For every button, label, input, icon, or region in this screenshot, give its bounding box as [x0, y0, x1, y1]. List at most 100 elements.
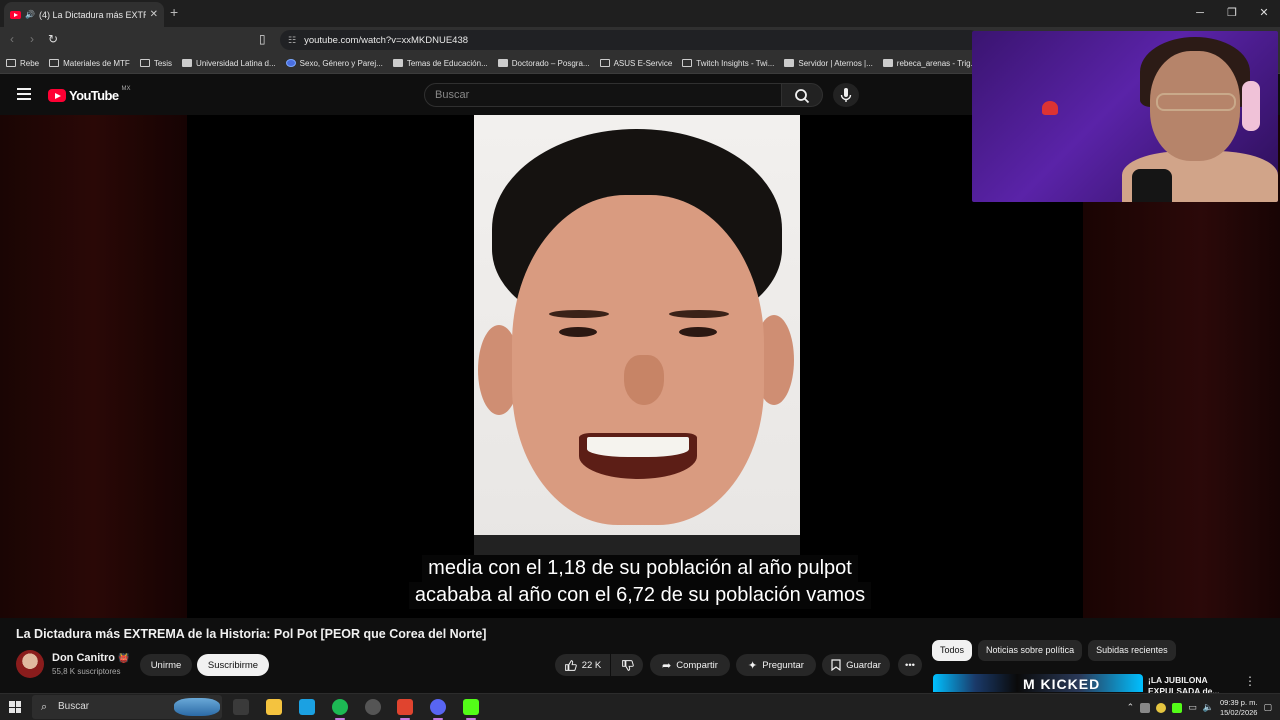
bookmark-item[interactable]: Sexo, Género y Parej... — [285, 58, 383, 68]
clock[interactable]: 09:39 p. m. 15/02/2026 — [1220, 698, 1258, 718]
bookmark-item[interactable]: Universidad Latina d... — [182, 59, 276, 68]
dislike-button[interactable] — [611, 654, 643, 676]
bookmark-item[interactable]: Rebe — [6, 59, 39, 68]
site-info-icon[interactable]: ☷ — [288, 35, 296, 46]
bookmark-item[interactable]: Materiales de MTF — [49, 59, 130, 68]
thumbs-down-icon — [621, 659, 634, 671]
thumbnail-text: M KICKED — [1023, 676, 1101, 692]
spotify-icon[interactable] — [332, 699, 348, 720]
ask-button[interactable]: ✦ Preguntar — [736, 654, 816, 676]
voice-search-button[interactable] — [833, 83, 859, 107]
bookmark-item[interactable]: Servidor | Aternos |... — [784, 59, 873, 68]
join-label: Unirme — [150, 659, 182, 671]
app-store-icon[interactable] — [299, 699, 315, 715]
bookmark-item[interactable]: Twitch Insights - Twi... — [682, 59, 774, 68]
bookmark-item[interactable]: ASUS E-Service — [599, 58, 673, 68]
volume-icon[interactable]: 🔈 — [1203, 702, 1214, 713]
back-icon[interactable]: ‹ — [10, 32, 14, 46]
subscribe-button[interactable]: Suscribirme — [197, 654, 269, 676]
bookmark-label: Rebe — [20, 58, 40, 68]
drive-icon — [285, 59, 296, 67]
microphone-icon — [840, 88, 852, 102]
file-explorer-icon[interactable] — [266, 699, 282, 715]
channel-info: Don Canitro 👹 55,8 K suscriptores — [16, 650, 129, 678]
clock-date: 15/02/2026 — [1219, 707, 1258, 717]
task-view-icon[interactable] — [233, 699, 249, 715]
folder-icon — [49, 59, 60, 67]
bookmark-item[interactable]: rebeca_arenas - Trig... — [882, 58, 978, 68]
tab-title: (4) La Dictadura más EXTREMA — [38, 9, 146, 20]
bookmark-item[interactable]: Temas de Educación... — [392, 58, 488, 68]
chip-politics-news[interactable]: Noticias sobre política — [978, 640, 1083, 661]
chip-all[interactable]: Todos — [932, 640, 973, 661]
bookmark-label: Temas de Educación... — [406, 58, 488, 68]
bookmark-label: ASUS E-Service — [613, 58, 673, 68]
notifications-icon[interactable]: ▢ — [1263, 702, 1272, 713]
bookmark-item[interactable]: Doctorado – Posgra... — [497, 59, 590, 68]
speaker-icon: 🔊 — [25, 10, 35, 19]
webcam-overlay — [972, 31, 1278, 202]
recommended-video-thumbnail[interactable]: M KICKED — [933, 674, 1143, 692]
country-code: MX — [121, 85, 131, 92]
youtube-play-icon — [48, 89, 66, 102]
discord-icon[interactable] — [430, 699, 446, 720]
channel-name[interactable]: Don Canitro — [52, 652, 115, 664]
search-button[interactable] — [781, 83, 823, 107]
more-vertical-icon[interactable]: ⋮ — [1244, 674, 1256, 688]
more-actions-button[interactable]: ••• — [898, 654, 922, 676]
devil-emoji-icon: 👹 — [118, 653, 130, 663]
channel-avatar[interactable] — [16, 650, 44, 678]
search-input[interactable]: Buscar — [424, 83, 782, 107]
search-icon — [795, 89, 810, 104]
browser-tab-strip: 🔊 (4) La Dictadura más EXTREMA ✕ + ─ ❐ ✕ — [0, 0, 1280, 27]
screen: 🔊 (4) La Dictadura más EXTREMA ✕ + ─ ❐ ✕… — [0, 0, 1280, 720]
close-window-icon[interactable]: ✕ — [1248, 0, 1280, 27]
bookmark-label: Twitch Insights - Twi... — [696, 58, 775, 68]
windows-start-icon[interactable] — [9, 701, 21, 713]
bookmark-item[interactable]: Tesis — [139, 59, 172, 68]
bookmark-icon — [784, 59, 795, 67]
new-tab-icon[interactable]: + — [170, 4, 178, 20]
address-bar[interactable]: ☷ youtube.com/watch?v=xxMKDNUE438 — [280, 30, 980, 50]
restore-icon[interactable]: ❐ — [1216, 0, 1248, 27]
reload-icon[interactable]: ↻ — [48, 32, 58, 46]
close-tab-icon[interactable]: ✕ — [150, 9, 158, 20]
save-label: Guardar — [846, 659, 881, 671]
sparkle-icon: ✦ — [748, 659, 758, 672]
like-count: 22 K — [581, 659, 602, 671]
like-button[interactable]: 22 K — [555, 654, 610, 676]
share-label: Compartir — [676, 659, 718, 671]
bookmark-label: rebeca_arenas - Trig... — [896, 58, 978, 68]
window-controls: ─ ❐ ✕ — [1184, 0, 1280, 27]
tray-app-icon[interactable] — [1140, 702, 1151, 713]
share-button[interactable]: ➦ Compartir — [650, 654, 730, 676]
thumbs-up-icon — [564, 659, 577, 671]
obs-icon[interactable] — [365, 699, 381, 715]
forward-icon[interactable]: › — [30, 32, 34, 46]
bookmark-icon — [182, 59, 193, 67]
tray-chevron-icon[interactable]: ⌃ — [1127, 702, 1135, 713]
join-button[interactable]: Unirme — [140, 654, 192, 676]
windows-taskbar: ⌕ Buscar ⌃ ▭ 🔈 09:39 p. m. 15/02/2026 ▢ — [0, 693, 1280, 720]
bookmark-star-icon[interactable]: ▯ — [259, 32, 266, 46]
recommendation-chips: Todos Noticias sobre política Subidas re… — [932, 640, 1176, 661]
folder-icon — [6, 59, 16, 67]
minimize-icon[interactable]: ─ — [1184, 0, 1216, 27]
youtube-logo[interactable]: YouTube MX — [48, 85, 131, 103]
bookmark-label: Sexo, Género y Parej... — [299, 58, 383, 68]
chip-recent-uploads[interactable]: Subidas recientes — [1088, 640, 1176, 661]
search-icon: ⌕ — [41, 701, 48, 713]
kick-icon[interactable] — [463, 699, 479, 720]
menu-icon[interactable] — [17, 88, 31, 100]
save-button[interactable]: Guardar — [822, 654, 890, 676]
tray-app-icon[interactable] — [1172, 702, 1183, 713]
network-icon[interactable]: ▭ — [1188, 702, 1197, 713]
url-text: youtube.com/watch?v=xxMKDNUE438 — [304, 34, 469, 46]
brave-browser-icon[interactable] — [397, 699, 413, 720]
bookmark-icon — [392, 59, 403, 67]
tray-app-icon[interactable] — [1156, 702, 1167, 713]
subscriber-count: 55,8 K suscriptores — [52, 667, 121, 676]
bookmark-label: Universidad Latina d... — [196, 58, 276, 68]
browser-tab-youtube[interactable]: 🔊 (4) La Dictadura más EXTREMA ✕ — [4, 2, 164, 27]
taskbar-search[interactable]: ⌕ Buscar — [32, 695, 222, 719]
